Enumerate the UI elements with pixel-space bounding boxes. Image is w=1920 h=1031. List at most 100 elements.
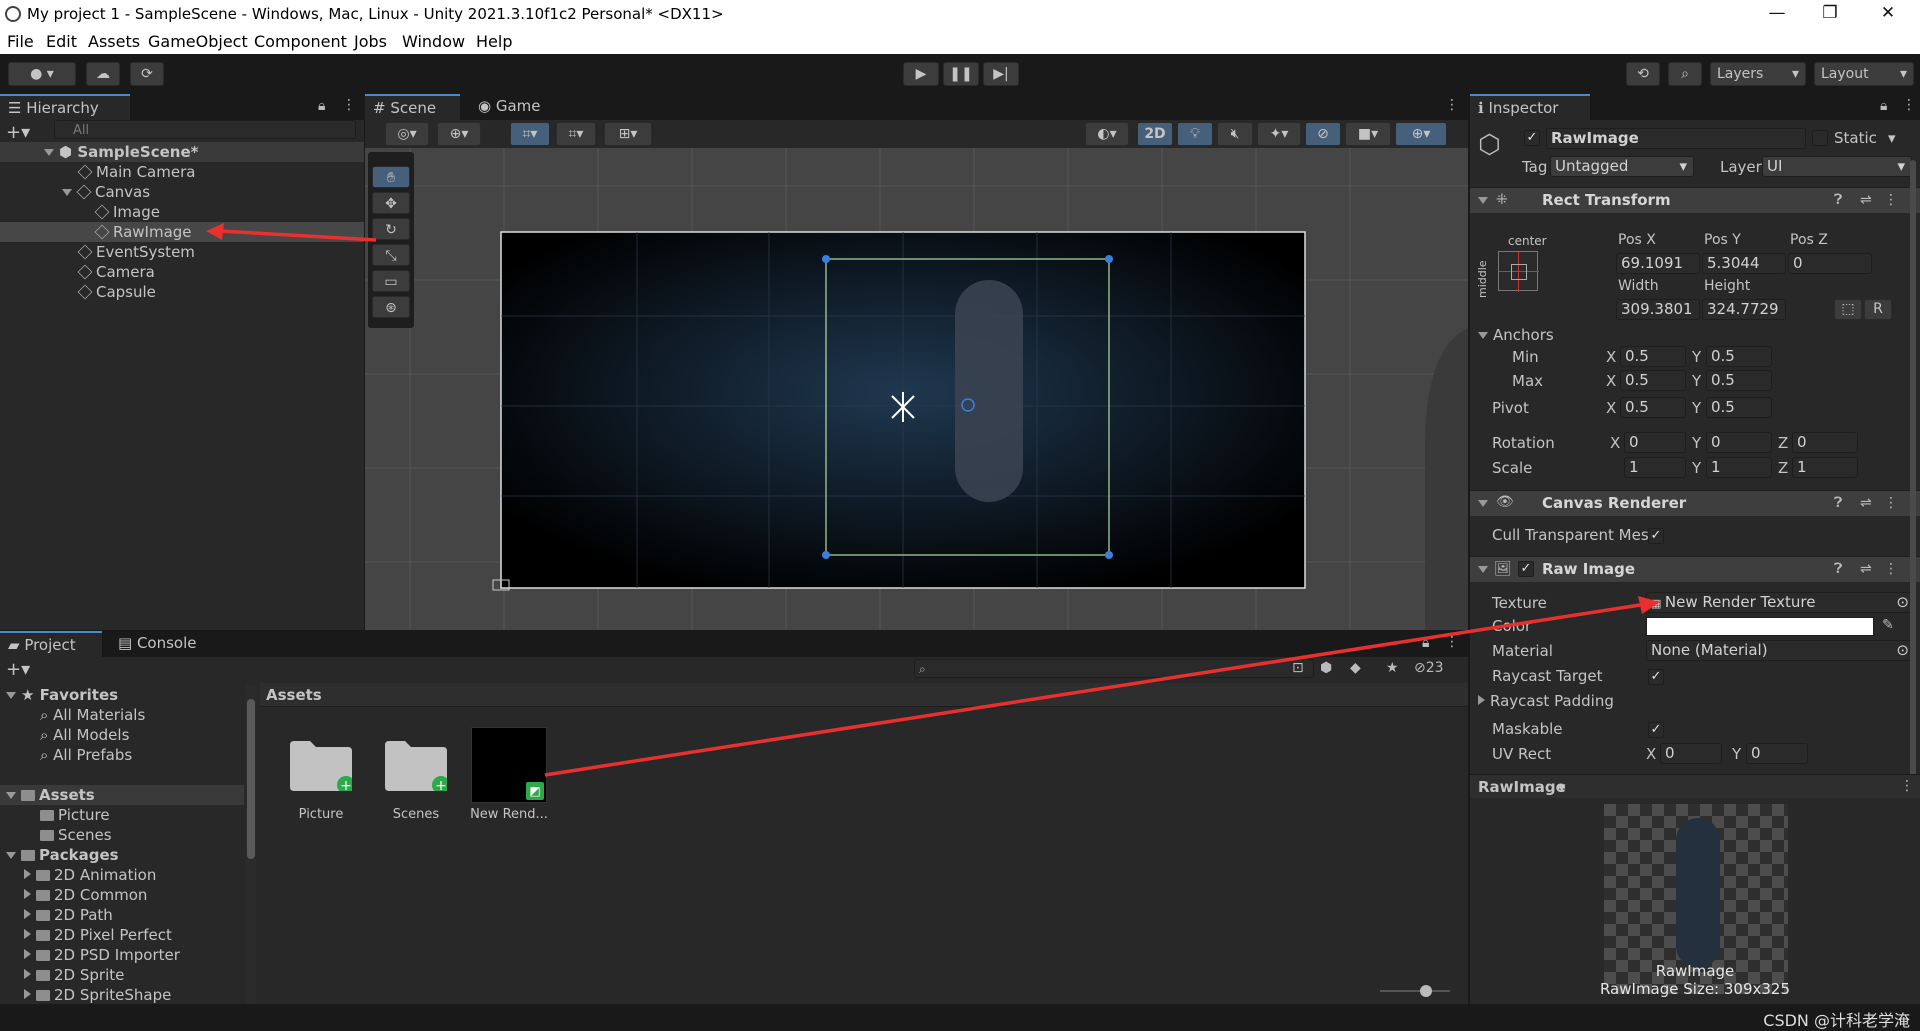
canvas-renderer-header[interactable]: 👁︎ Canvas Renderer ❓︎ ⇌ ⋮ <box>1470 490 1920 516</box>
tree-assets[interactable]: Assets <box>0 785 244 805</box>
uv-x-field[interactable]: 0 <box>1660 743 1722 764</box>
tag-dropdown[interactable]: Untagged ▾ <box>1550 156 1694 177</box>
kebab-menu-icon[interactable]: ⋮ <box>1445 634 1459 650</box>
hierarchy-item-rawimage[interactable]: RawImage <box>0 222 364 242</box>
preset-icon[interactable]: ⇌ <box>1860 561 1872 577</box>
tree-package[interactable]: 2D SpriteShape <box>24 985 171 1004</box>
hidden-packages-icon[interactable]: ⊘23 <box>1414 660 1444 676</box>
mode-2d-button[interactable]: 2D <box>1137 122 1173 146</box>
lock-icon[interactable]: 🔒︎ <box>318 98 325 114</box>
scale-z-field[interactable]: 1 <box>1792 457 1858 478</box>
menu-assets[interactable]: Assets <box>88 32 140 51</box>
hierarchy-item-eventsystem[interactable]: EventSystem <box>77 242 195 262</box>
cull-transparent-checkbox[interactable]: ✓ <box>1648 528 1664 544</box>
grid-snap-icon[interactable]: ⌗▾ <box>510 122 550 146</box>
active-checkbox[interactable]: ✓ <box>1524 130 1540 146</box>
static-checkbox[interactable] <box>1812 130 1828 146</box>
gizmos-icon[interactable]: ⊕▾ <box>1395 122 1447 146</box>
minimize-button[interactable]: — <box>1762 3 1792 23</box>
asset-new-render-texture[interactable]: ◩ <box>471 727 547 803</box>
width-field[interactable]: 309.3801 <box>1616 299 1700 320</box>
history-icon[interactable]: ⟲ <box>1626 62 1660 86</box>
object-name-field[interactable]: RawImage <box>1546 128 1806 149</box>
scene-row[interactable]: ⬢ SampleScene* <box>0 142 364 162</box>
rotation-y-field[interactable]: 0 <box>1706 432 1772 453</box>
tab-hierarchy[interactable]: ☰ Hierarchy <box>0 94 130 120</box>
help-icon[interactable]: ❓︎ <box>1834 495 1842 511</box>
tree-favorites[interactable]: ★ Favorites <box>6 685 118 705</box>
search-scope-icon[interactable]: ⊡ <box>1292 660 1304 676</box>
help-icon[interactable]: ❓︎ <box>1834 561 1842 577</box>
pause-button[interactable]: ❚❚ <box>943 62 979 86</box>
create-icon[interactable]: +▾ <box>6 659 30 680</box>
menu-component[interactable]: Component <box>254 32 347 51</box>
hierarchy-item-main-camera[interactable]: Main Camera <box>77 162 195 182</box>
move-tool-icon[interactable]: ✥ <box>372 192 410 214</box>
asset-scenes[interactable]: + <box>385 739 450 794</box>
kebab-menu-icon[interactable]: ⋮ <box>1900 778 1914 794</box>
tree-package[interactable]: 2D Animation <box>24 865 156 885</box>
height-field[interactable]: 324.7729 <box>1702 299 1786 320</box>
asset-picture[interactable]: + <box>290 739 355 794</box>
raw-image-enabled-checkbox[interactable]: ✓ <box>1518 561 1534 577</box>
tree-package[interactable]: 2D PSD Importer <box>24 945 180 965</box>
play-button[interactable]: ▶ <box>903 62 939 86</box>
hidden-objects-icon[interactable]: ⊘ <box>1305 122 1341 146</box>
label-icon[interactable]: ◆ <box>1350 660 1361 676</box>
tree-packages[interactable]: Packages <box>6 845 119 865</box>
favorite-star-icon[interactable]: ★ <box>1386 660 1399 676</box>
raw-edit-button[interactable]: R <box>1864 299 1892 320</box>
help-icon[interactable]: ❓︎ <box>1834 192 1842 208</box>
kebab-menu-icon[interactable]: ⋮ <box>1884 561 1898 577</box>
effects-icon[interactable]: ✦▾ <box>1257 122 1301 146</box>
kebab-menu-icon[interactable]: ⋮ <box>1884 495 1898 511</box>
menu-file[interactable]: File <box>7 32 34 51</box>
menu-edit[interactable]: Edit <box>46 32 77 51</box>
posx-field[interactable]: 69.1091 <box>1616 253 1700 274</box>
scale-y-field[interactable]: 1 <box>1706 457 1772 478</box>
scale-tool-icon[interactable]: ⤡ <box>372 244 410 266</box>
tab-console[interactable]: ▤ Console <box>110 631 210 657</box>
tree-package[interactable]: 2D Pixel Perfect <box>24 925 172 945</box>
filter-type-icon[interactable]: ⬢ <box>1320 660 1332 676</box>
tree-all-prefabs[interactable]: ⌕ All Prefabs <box>40 745 132 765</box>
color-swatch[interactable] <box>1646 617 1874 636</box>
kebab-menu-icon[interactable]: ⋮ <box>1884 192 1898 208</box>
close-window-button[interactable]: ✕ <box>1873 3 1903 23</box>
kebab-menu-icon[interactable]: ⋮ <box>1445 97 1459 113</box>
rotation-x-field[interactable]: 0 <box>1624 432 1686 453</box>
texture-field[interactable]: ▦ New Render Texture ⊙ <box>1646 592 1914 613</box>
pivot-y-field[interactable]: 0.5 <box>1706 397 1772 418</box>
lock-icon[interactable]: 🔒︎ <box>1880 98 1887 114</box>
anchor-max-x-field[interactable]: 0.5 <box>1620 370 1686 391</box>
blueprint-mode-icon[interactable]: ⬚ <box>1834 299 1862 320</box>
anchor-min-x-field[interactable]: 0.5 <box>1620 346 1686 367</box>
add-icon[interactable]: +▾ <box>6 122 30 143</box>
maximize-button[interactable]: ❐ <box>1815 3 1845 23</box>
lock-icon[interactable]: 🔒︎ <box>1422 635 1429 651</box>
tree-scrollbar[interactable] <box>246 685 256 1004</box>
hierarchy-item-canvas[interactable]: Canvas <box>62 182 150 202</box>
hierarchy-search-input[interactable]: All <box>54 120 356 139</box>
tab-project[interactable]: ▰ Project <box>0 631 102 657</box>
material-field[interactable]: None (Material) ⊙ <box>1646 640 1914 661</box>
global-icon[interactable]: ⊕▾ <box>437 122 481 146</box>
scene-viewport[interactable]: ✋︎ ✥ ↻ ⤡ ▭ ⊛ <box>365 148 1468 630</box>
menu-help[interactable]: Help <box>476 32 512 51</box>
tree-package[interactable]: 2D Common <box>24 885 147 905</box>
hierarchy-item-capsule[interactable]: Capsule <box>77 282 156 302</box>
kebab-menu-icon[interactable]: ⋮ <box>1902 97 1916 113</box>
transform-tool-icon[interactable]: ⊛ <box>372 296 410 318</box>
tab-scene[interactable]: # Scene <box>365 94 460 120</box>
maskable-checkbox[interactable]: ✓ <box>1648 722 1664 738</box>
tree-scenes[interactable]: Scenes <box>40 825 112 845</box>
rect-tool-icon[interactable]: ▭ <box>372 270 410 292</box>
rect-transform-header[interactable]: ⁜ Rect Transform ❓︎ ⇌ ⋮ <box>1470 187 1920 213</box>
tree-all-models[interactable]: ⌕ All Models <box>40 725 129 745</box>
collab-icon[interactable]: ⟳ <box>130 62 164 86</box>
tab-inspector[interactable]: ℹ Inspector <box>1470 94 1590 120</box>
camera-icon[interactable]: ■▾ <box>1345 122 1391 146</box>
raycast-padding-foldout[interactable]: Raycast Padding <box>1478 692 1614 710</box>
static-dropdown-icon[interactable]: ▾ <box>1888 129 1896 147</box>
lighting-icon[interactable]: 💡︎ <box>1177 122 1213 146</box>
